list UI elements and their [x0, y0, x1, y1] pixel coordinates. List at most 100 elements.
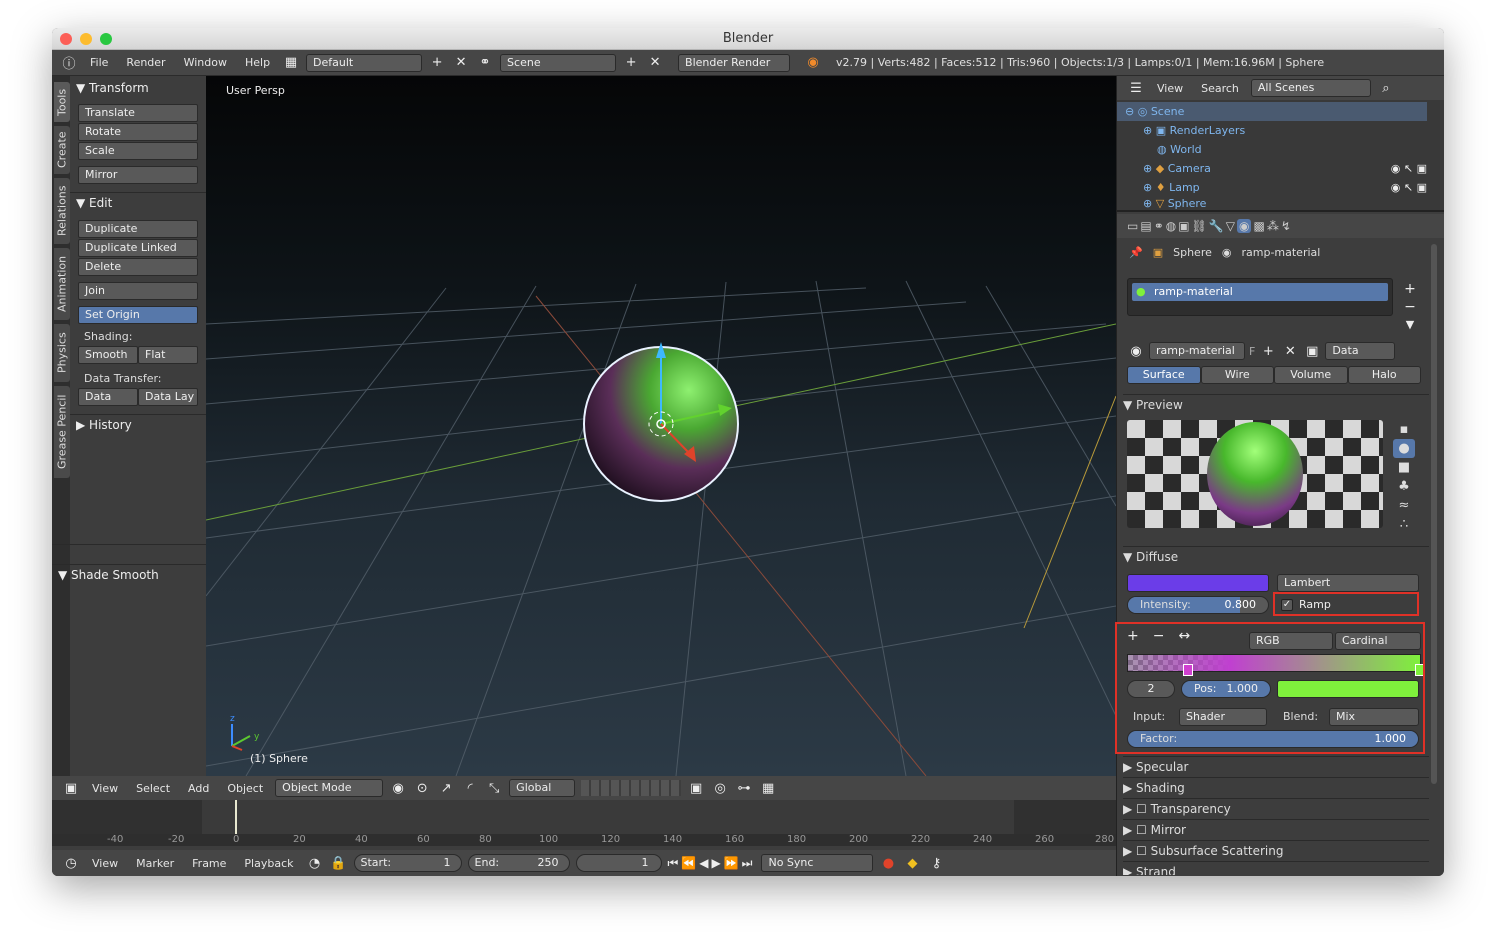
- flat-button[interactable]: Flat: [138, 346, 198, 364]
- subsurface-panel-header[interactable]: ▶ ☐ Subsurface Scattering: [1123, 840, 1429, 860]
- menu-window[interactable]: Window: [178, 56, 233, 69]
- current-frame-field[interactable]: 1: [575, 854, 662, 872]
- object-tab-icon[interactable]: ▣: [1178, 219, 1189, 233]
- pin-icon[interactable]: 📌: [1129, 246, 1143, 259]
- visibility-eye-icon[interactable]: ◉ ↖ ▣: [1391, 162, 1427, 175]
- browse-material-icon[interactable]: ◉: [1127, 342, 1145, 360]
- material-tab-icon[interactable]: ◉: [1237, 219, 1252, 233]
- tab-halo[interactable]: Halo: [1347, 366, 1421, 384]
- tab-surface[interactable]: Surface: [1127, 366, 1201, 384]
- history-panel-header[interactable]: ▶ History: [70, 414, 206, 434]
- expand-toggle-icon[interactable]: ⊕: [1143, 162, 1156, 175]
- data-transfer-button[interactable]: Data: [78, 388, 138, 406]
- world-tab-icon[interactable]: ◍: [1166, 219, 1176, 233]
- unlink-material-icon[interactable]: ✕: [1281, 342, 1299, 360]
- menu-file[interactable]: File: [84, 56, 114, 69]
- timeline-playback-menu[interactable]: Playback: [238, 857, 299, 870]
- timeline-view-menu[interactable]: View: [86, 857, 124, 870]
- viewport-view-menu[interactable]: View: [86, 782, 124, 795]
- expand-toggle-icon[interactable]: ⊕: [1143, 181, 1156, 194]
- preview-range-icon[interactable]: ◔: [306, 854, 324, 872]
- snap-icon[interactable]: ⊶: [735, 779, 753, 797]
- intensity-slider[interactable]: Intensity: 0.800: [1127, 596, 1269, 614]
- viewport-select-menu[interactable]: Select: [130, 782, 176, 795]
- new-material-icon[interactable]: +: [1259, 342, 1277, 360]
- render-tab-icon[interactable]: ▭: [1127, 219, 1138, 233]
- end-frame-field[interactable]: End: 250: [467, 854, 570, 872]
- outliner-search-icon[interactable]: ⌕: [1377, 79, 1395, 97]
- material-link-icon[interactable]: ▣: [1303, 342, 1321, 360]
- material-link-select[interactable]: Data: [1325, 342, 1396, 360]
- scale-manipulator-icon[interactable]: ⤡: [485, 779, 503, 797]
- material-name-field[interactable]: ramp-material: [1149, 342, 1245, 360]
- scene-field[interactable]: Scene: [500, 53, 617, 72]
- transform-panel-header[interactable]: ▼ Transform: [70, 78, 206, 98]
- scale-button[interactable]: Scale: [78, 142, 198, 160]
- sync-mode-select[interactable]: No Sync: [761, 854, 874, 872]
- layout-icon[interactable]: ▦: [282, 54, 300, 72]
- 3d-viewport[interactable]: User Persp z y (1) Sphere: [206, 76, 1116, 776]
- editor-type-icon[interactable]: ⓘ: [60, 54, 78, 72]
- join-button[interactable]: Join: [78, 282, 198, 300]
- pivot-icon[interactable]: ⊙: [413, 779, 431, 797]
- manipulator-icon[interactable]: ↗: [437, 779, 455, 797]
- preview-sphere-icon[interactable]: ●: [1393, 439, 1415, 458]
- start-frame-field[interactable]: Start: 1: [353, 854, 462, 872]
- fake-user-button[interactable]: F: [1249, 345, 1255, 358]
- shading-mode-icon[interactable]: ◉: [389, 779, 407, 797]
- duplicate-linked-button[interactable]: Duplicate Linked: [78, 239, 198, 257]
- outliner-search-menu[interactable]: Search: [1195, 82, 1245, 95]
- particles-tab-icon[interactable]: ⁂: [1267, 219, 1279, 233]
- tab-grease-pencil[interactable]: Grease Pencil: [54, 386, 70, 478]
- interaction-mode-select[interactable]: Object Mode: [275, 779, 384, 797]
- translate-button[interactable]: Translate: [78, 104, 198, 122]
- layout-field[interactable]: Default: [306, 53, 423, 72]
- outliner-row-scene[interactable]: ⊖ ◎ Scene: [1117, 102, 1427, 121]
- tab-physics[interactable]: Physics: [54, 324, 70, 382]
- set-origin-select[interactable]: Set Origin: [78, 306, 198, 324]
- add-layout-icon[interactable]: +: [428, 54, 446, 72]
- close-window-button[interactable]: [60, 33, 72, 45]
- checkbox-icon[interactable]: ☐: [1136, 802, 1151, 816]
- add-scene-icon[interactable]: +: [622, 54, 640, 72]
- data-layout-button[interactable]: Data Lay: [138, 388, 198, 406]
- preview-cube-icon[interactable]: ■: [1393, 458, 1415, 477]
- scene-tab-icon[interactable]: ⚭: [1154, 219, 1164, 233]
- visibility-eye-icon[interactable]: ◉ ↖ ▣: [1391, 181, 1427, 194]
- edit-panel-header[interactable]: ▼ Edit: [70, 192, 206, 212]
- expand-toggle-icon[interactable]: ⊕: [1143, 124, 1156, 137]
- outliner-row-camera[interactable]: ⊕ ◆ Camera ◉ ↖ ▣: [1117, 159, 1427, 178]
- constraints-tab-icon[interactable]: ⛓: [1192, 219, 1207, 233]
- properties-context-tabs[interactable]: ▭ ▤ ⚭ ◍ ▣ ⛓ 🔧 ▽ ◉ ▩ ⁂ ↯: [1117, 214, 1444, 238]
- transform-orientation-select[interactable]: Global: [509, 779, 576, 797]
- properties-scrollbar[interactable]: [1431, 244, 1437, 784]
- diffuse-panel-header[interactable]: ▼ Diffuse: [1123, 546, 1429, 566]
- shading-panel-header[interactable]: ▶ Shading: [1123, 777, 1429, 797]
- lock-camera-icon[interactable]: ▣: [687, 779, 705, 797]
- duplicate-button[interactable]: Duplicate: [78, 220, 198, 238]
- specular-panel-header[interactable]: ▶ Specular: [1123, 756, 1429, 776]
- tab-wire[interactable]: Wire: [1200, 366, 1274, 384]
- material-slot-row[interactable]: ● ramp-material: [1132, 283, 1388, 301]
- outliner-filter-select[interactable]: All Scenes: [1250, 79, 1371, 97]
- add-slot-button[interactable]: +: [1401, 280, 1419, 298]
- preview-panel-header[interactable]: ▼ Preview: [1123, 394, 1429, 414]
- texture-tab-icon[interactable]: ▩: [1253, 219, 1264, 233]
- insert-keyframe-icon[interactable]: ⚷: [927, 854, 945, 872]
- outliner-row-world[interactable]: ◍ World: [1117, 140, 1427, 159]
- outliner-row-renderlayers[interactable]: ⊕ ▣ RenderLayers: [1117, 121, 1427, 140]
- layer-buttons[interactable]: [581, 780, 682, 796]
- data-tab-icon[interactable]: ▽: [1226, 219, 1235, 233]
- menu-render[interactable]: Render: [120, 56, 171, 69]
- lock-range-icon[interactable]: 🔒: [330, 854, 348, 872]
- outliner-editor-icon[interactable]: ☰: [1127, 79, 1145, 97]
- remove-layout-icon[interactable]: ✕: [452, 54, 470, 72]
- material-slot-list[interactable]: ● ramp-material: [1127, 278, 1393, 316]
- viewport-object-menu[interactable]: Object: [221, 782, 269, 795]
- tab-tools[interactable]: Tools: [54, 82, 70, 122]
- tab-animation[interactable]: Animation: [54, 248, 70, 320]
- preview-spheres-icon[interactable]: ∴: [1393, 515, 1415, 534]
- strand-panel-header[interactable]: ▶ Strand: [1123, 861, 1429, 875]
- 3d-view-editor-icon[interactable]: ▣: [62, 779, 80, 797]
- timeline-editor-icon[interactable]: ◷: [62, 854, 80, 872]
